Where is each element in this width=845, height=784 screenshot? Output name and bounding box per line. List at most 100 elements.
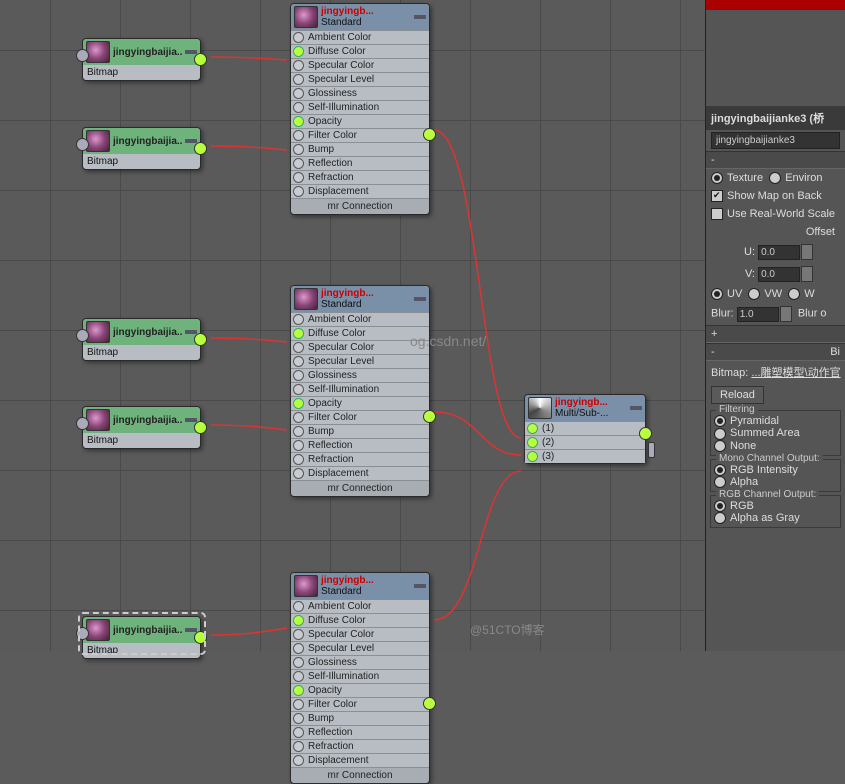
slot-port[interactable] — [293, 727, 304, 738]
mr-connection-slot[interactable]: mr Connection — [291, 198, 429, 214]
slot-port[interactable] — [293, 699, 304, 710]
slot-specular-color[interactable]: Specular Color — [291, 340, 429, 354]
slot-port[interactable] — [293, 186, 304, 197]
radio-uv[interactable] — [711, 288, 723, 300]
slot-port[interactable] — [293, 601, 304, 612]
output-port[interactable] — [194, 142, 207, 155]
slot-diffuse-color[interactable]: Diffuse Color — [291, 44, 429, 58]
spinner-icon[interactable] — [801, 244, 813, 260]
node-header[interactable]: jingyingb...Standard — [291, 286, 429, 312]
slot-glossiness[interactable]: Glossiness — [291, 655, 429, 669]
radio-none[interactable] — [714, 440, 726, 452]
node-graph-canvas[interactable]: jingyingbaijia...Bitmapjingyingbaijia...… — [0, 0, 706, 651]
slot-ambient-color[interactable]: Ambient Color — [291, 312, 429, 326]
bitmap-node[interactable]: jingyingbaijia...Bitmap — [82, 38, 201, 81]
slot-port[interactable] — [293, 671, 304, 682]
slot-specular-level[interactable]: Specular Level — [291, 72, 429, 86]
slot-port[interactable] — [293, 74, 304, 85]
bitmap-node[interactable]: jingyingbaijia...Bitmap — [82, 318, 201, 361]
material-name-field[interactable]: jingyingbaijianke3 — [711, 132, 840, 149]
slot-port[interactable] — [293, 755, 304, 766]
slot-port[interactable] — [293, 46, 304, 57]
slot-port[interactable] — [293, 384, 304, 395]
slot-diffuse-color[interactable]: Diffuse Color — [291, 326, 429, 340]
slot-port[interactable] — [293, 426, 304, 437]
v-offset-input[interactable] — [758, 267, 800, 282]
bitmap-path-button[interactable]: ...雕塑模型\动作官 — [751, 367, 840, 379]
slot-port[interactable] — [293, 615, 304, 626]
slot-displacement[interactable]: Displacement — [291, 184, 429, 198]
section-header[interactable]: - — [706, 151, 845, 169]
slot-bump[interactable]: Bump — [291, 711, 429, 725]
node-header[interactable]: jingyingbaijia... — [83, 407, 200, 433]
slot-specular-color[interactable]: Specular Color — [291, 627, 429, 641]
radio-texture[interactable] — [711, 172, 723, 184]
section-plus[interactable]: + — [706, 325, 845, 343]
slot-refraction[interactable]: Refraction — [291, 739, 429, 753]
collapse-icon[interactable] — [414, 297, 426, 301]
slot-port[interactable] — [293, 370, 304, 381]
slot-glossiness[interactable]: Glossiness — [291, 86, 429, 100]
collapse-icon[interactable] — [185, 330, 197, 334]
sub-material-slot[interactable]: (3) — [525, 449, 645, 463]
spinner-icon[interactable] — [801, 266, 813, 282]
slot-port[interactable] — [293, 629, 304, 640]
slot-port[interactable] — [293, 314, 304, 325]
slot-port[interactable] — [293, 454, 304, 465]
input-port[interactable] — [76, 627, 89, 640]
node-header[interactable]: jingyingbaijia... — [83, 39, 200, 65]
output-port[interactable] — [423, 128, 436, 141]
radio-vw[interactable] — [748, 288, 760, 300]
slot-reflection[interactable]: Reflection — [291, 438, 429, 452]
collapse-icon[interactable] — [185, 628, 197, 632]
slot-bump[interactable]: Bump — [291, 424, 429, 438]
slot-port[interactable] — [527, 451, 538, 462]
node-header[interactable]: jingyingbaijia... — [83, 319, 200, 345]
slot-specular-level[interactable]: Specular Level — [291, 354, 429, 368]
slot-port[interactable] — [293, 32, 304, 43]
slot-filter-color[interactable]: Filter Color — [291, 128, 429, 142]
radio-pyramidal[interactable] — [714, 415, 726, 427]
sub-material-slot[interactable]: (2) — [525, 435, 645, 449]
slot-displacement[interactable]: Displacement — [291, 466, 429, 480]
mr-connection-slot[interactable]: mr Connection — [291, 767, 429, 783]
node-header[interactable]: jingyingbaijia... — [83, 617, 200, 643]
bitmap-node[interactable]: jingyingbaijia...Bitmap — [82, 406, 201, 449]
input-port[interactable] — [76, 329, 89, 342]
output-port[interactable] — [423, 697, 436, 710]
slot-reflection[interactable]: Reflection — [291, 156, 429, 170]
collapse-icon[interactable] — [185, 139, 197, 143]
node-header[interactable]: jingyingb...Standard — [291, 4, 429, 30]
bitmap-node[interactable]: jingyingbaijia...Bitmap — [82, 616, 201, 659]
radio-rgb-intensity[interactable] — [714, 464, 726, 476]
slot-port[interactable] — [527, 437, 538, 448]
collapse-icon[interactable] — [414, 15, 426, 19]
radio-summed[interactable] — [714, 428, 726, 440]
radio-alpha[interactable] — [714, 476, 726, 488]
slot-ambient-color[interactable]: Ambient Color — [291, 599, 429, 613]
slot-port[interactable] — [293, 468, 304, 479]
mr-connection-slot[interactable]: mr Connection — [291, 480, 429, 496]
node-header[interactable]: jingyingb...Standard — [291, 573, 429, 599]
slot-self-illumination[interactable]: Self-Illumination — [291, 669, 429, 683]
slot-port[interactable] — [293, 102, 304, 113]
u-offset-input[interactable] — [758, 245, 800, 260]
radio-environ[interactable] — [769, 172, 781, 184]
radio-w[interactable] — [788, 288, 800, 300]
slot-diffuse-color[interactable]: Diffuse Color — [291, 613, 429, 627]
node-header[interactable]: jingyingbaijia... — [83, 128, 200, 154]
slot-displacement[interactable]: Displacement — [291, 753, 429, 767]
standard-material-node[interactable]: jingyingb...StandardAmbient ColorDiffuse… — [290, 572, 430, 784]
collapse-icon[interactable] — [630, 406, 642, 410]
slot-port[interactable] — [293, 144, 304, 155]
slot-opacity[interactable]: Opacity — [291, 683, 429, 697]
reload-button[interactable]: Reload — [711, 386, 764, 404]
slot-filter-color[interactable]: Filter Color — [291, 410, 429, 424]
slot-filter-color[interactable]: Filter Color — [291, 697, 429, 711]
slot-refraction[interactable]: Refraction — [291, 170, 429, 184]
slot-specular-color[interactable]: Specular Color — [291, 58, 429, 72]
slot-bump[interactable]: Bump — [291, 142, 429, 156]
slot-port[interactable] — [293, 60, 304, 71]
input-port[interactable] — [76, 417, 89, 430]
slot-port[interactable] — [293, 657, 304, 668]
